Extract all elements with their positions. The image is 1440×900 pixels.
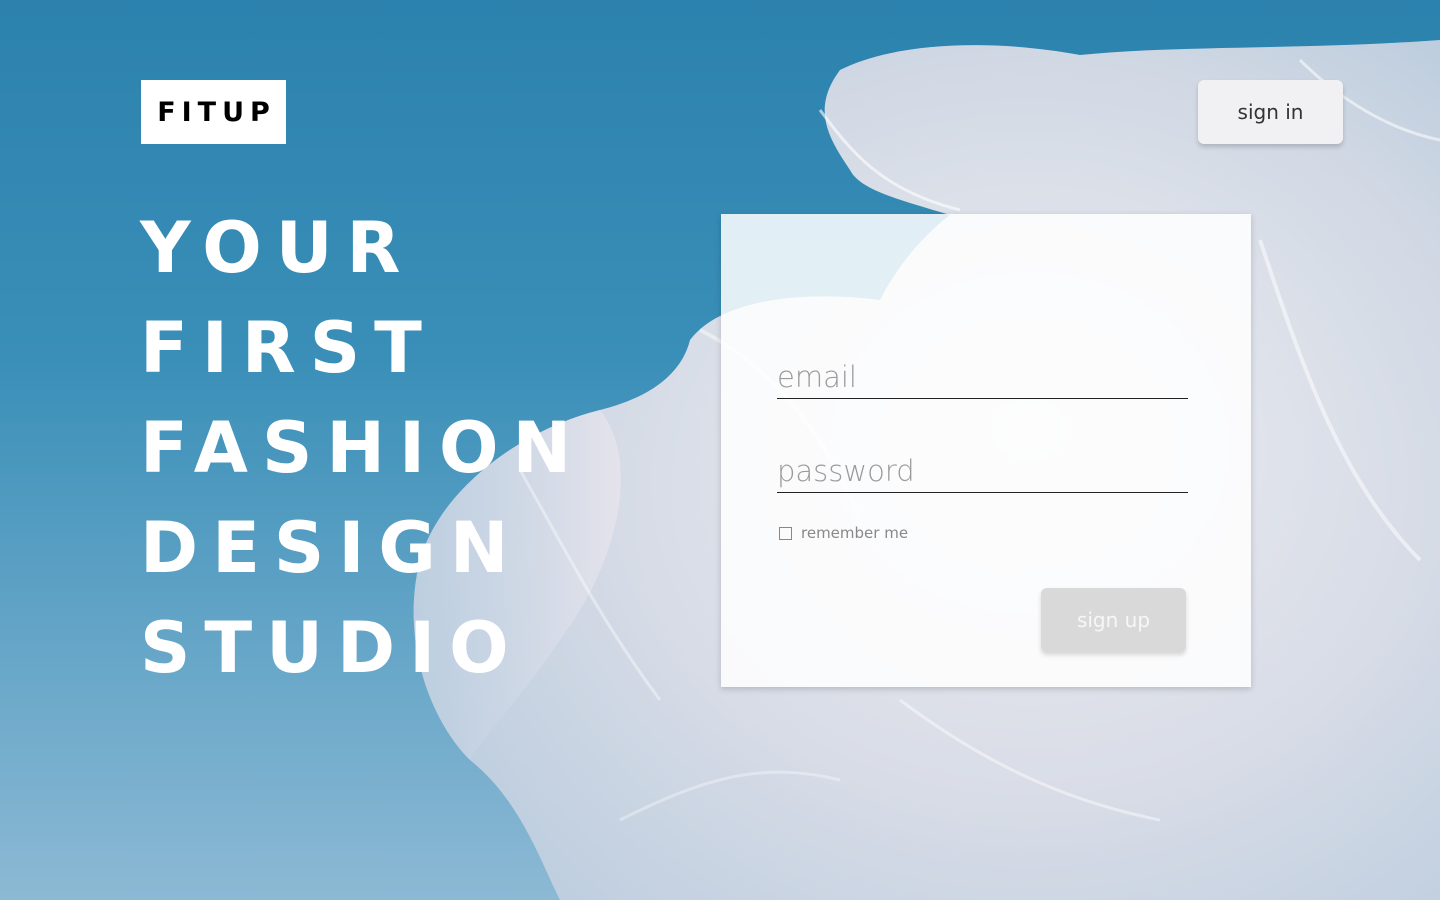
email-field[interactable] xyxy=(777,360,1188,399)
headline-line-5: STUDIO xyxy=(140,607,523,689)
sign-up-button[interactable]: sign up xyxy=(1041,588,1186,652)
headline-line-4: DESIGN xyxy=(140,507,523,589)
email-field-wrapper xyxy=(777,360,1188,399)
logo-text: FITUP xyxy=(157,96,276,128)
hero-headline: YOUR FIRST FASHION DESIGN STUDIO xyxy=(140,198,585,698)
password-field[interactable] xyxy=(777,454,1188,493)
headline-line-1: YOUR xyxy=(140,207,415,289)
remember-me-label: remember me xyxy=(801,524,909,542)
remember-me-row[interactable]: remember me xyxy=(779,524,908,542)
password-field-wrapper xyxy=(777,454,1188,493)
remember-me-checkbox[interactable] xyxy=(779,526,792,540)
sign-in-button[interactable]: sign in xyxy=(1198,80,1343,144)
headline-line-3: FASHION xyxy=(140,407,586,489)
signup-form: remember me sign up xyxy=(721,214,1251,687)
headline-line-2: FIRST xyxy=(140,307,436,389)
fitup-logo[interactable]: FITUP xyxy=(141,80,286,144)
